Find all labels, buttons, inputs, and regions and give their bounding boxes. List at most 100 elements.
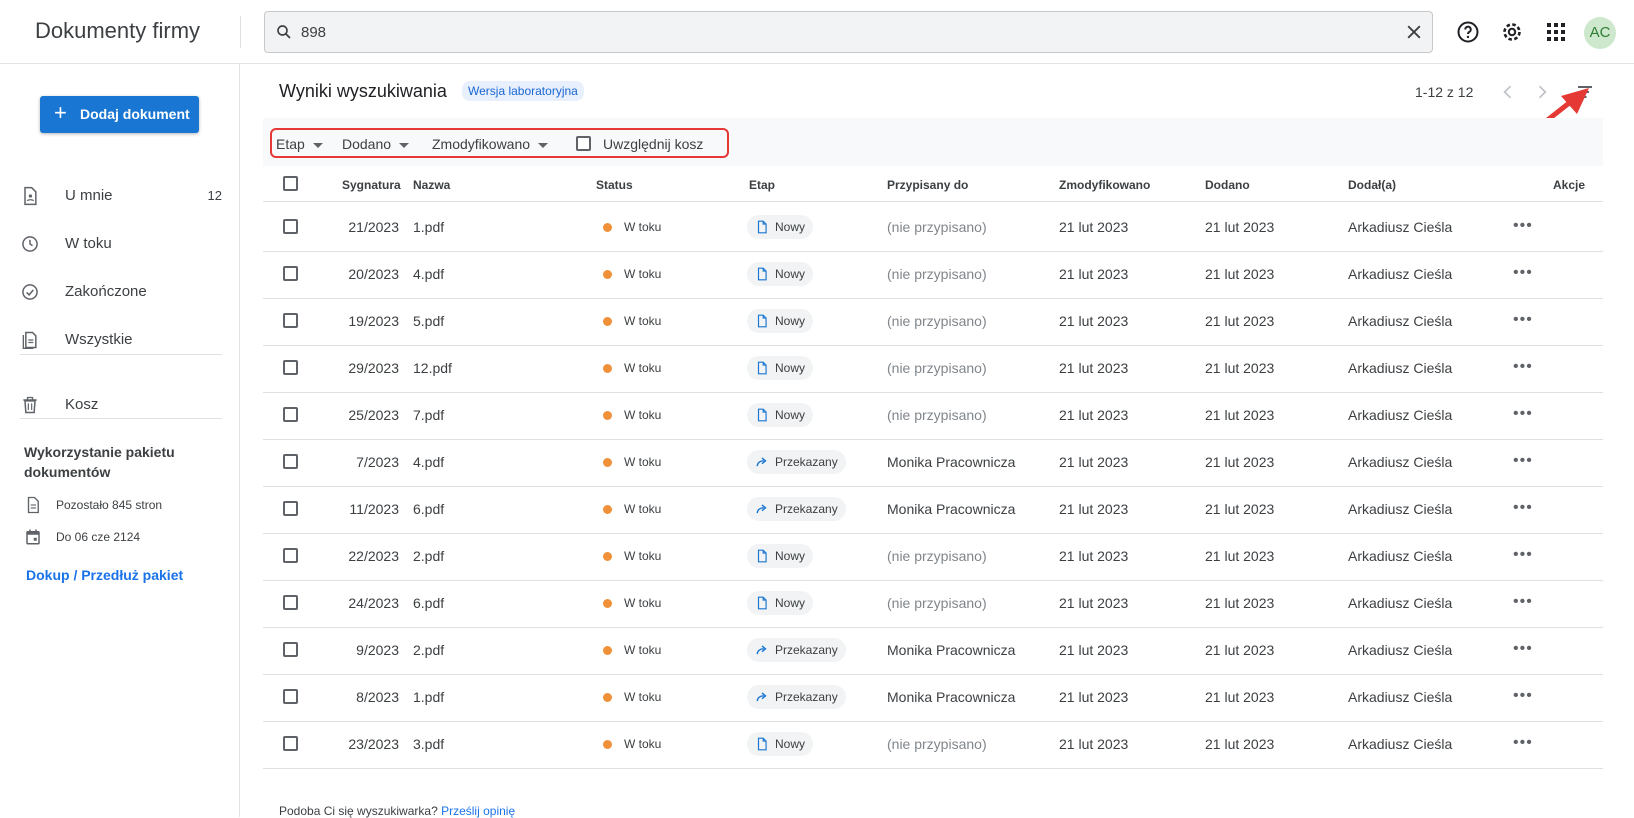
- row-checkbox[interactable]: [283, 313, 298, 328]
- column-header-author[interactable]: Dodał(a): [1348, 178, 1396, 192]
- row-checkbox[interactable]: [283, 736, 298, 751]
- app-title: Dokumenty firmy: [35, 18, 201, 43]
- row-signature: 24/2023: [348, 595, 399, 611]
- column-header-signature[interactable]: Sygnatura: [342, 178, 401, 192]
- table-row[interactable]: 11/2023 6.pdf W toku Przekazany Monika Praco…: [263, 485, 1603, 534]
- column-header-modified[interactable]: Zmodyfikowano: [1059, 178, 1150, 192]
- stage-chip: Przekazany: [747, 497, 846, 521]
- table-row[interactable]: 29/2023 12.pdf W toku Nowy (nie przypisano) 2…: [263, 344, 1603, 393]
- include-trash-checkbox[interactable]: [576, 136, 591, 151]
- row-checkbox[interactable]: [283, 548, 298, 563]
- column-header-status[interactable]: Status: [596, 178, 633, 192]
- table-row[interactable]: 19/2023 5.pdf W toku Nowy (nie przypisano) 21…: [263, 297, 1603, 346]
- sidebar-item-finished[interactable]: Zakończone: [0, 272, 239, 312]
- table-row[interactable]: 22/2023 2.pdf W toku Nowy (nie przypisano) 21…: [263, 532, 1603, 581]
- more-icon[interactable]: •••: [1513, 217, 1533, 235]
- row-modified: 21 lut 2023: [1059, 454, 1129, 470]
- close-icon[interactable]: [1404, 22, 1424, 42]
- stage-label: Przekazany: [775, 502, 838, 516]
- more-icon[interactable]: •••: [1513, 405, 1533, 423]
- row-checkbox[interactable]: [283, 595, 298, 610]
- filter-modified-dropdown[interactable]: Zmodyfikowano: [432, 136, 549, 152]
- row-name[interactable]: 4.pdf: [413, 454, 444, 470]
- search-input[interactable]: [301, 20, 1351, 44]
- column-header-name[interactable]: Nazwa: [413, 178, 450, 192]
- table-row[interactable]: 7/2023 4.pdf W toku Przekazany Monika Pracow…: [263, 438, 1603, 487]
- gear-icon[interactable]: [1500, 20, 1524, 44]
- column-header-assignee[interactable]: Przypisany do: [887, 178, 968, 192]
- table-row[interactable]: 9/2023 2.pdf W toku Przekazany Monika Pracow…: [263, 626, 1603, 675]
- table-header: Sygnatura Nazwa Status Etap Przypisany d…: [263, 166, 1603, 202]
- stage-label: Nowy: [775, 267, 806, 281]
- buy-package-link[interactable]: Dokup / Przedłuż pakiet: [26, 567, 183, 583]
- document-icon: [757, 596, 767, 610]
- more-icon[interactable]: •••: [1513, 593, 1533, 611]
- column-header-added[interactable]: Dodano: [1205, 178, 1250, 192]
- row-checkbox[interactable]: [283, 219, 298, 234]
- row-author: Arkadiusz Cieśla: [1348, 266, 1453, 282]
- row-status: W toku: [624, 220, 662, 234]
- table-row[interactable]: 21/2023 1.pdf W toku Nowy (nie przypisano) 21…: [263, 203, 1603, 252]
- column-header-stage[interactable]: Etap: [749, 178, 775, 192]
- select-all-checkbox[interactable]: [283, 176, 298, 191]
- feedback-link[interactable]: Prześlij opinię: [441, 804, 515, 818]
- row-name[interactable]: 12.pdf: [413, 360, 452, 376]
- row-name[interactable]: 2.pdf: [413, 548, 444, 564]
- stage-label: Przekazany: [775, 690, 838, 704]
- more-icon[interactable]: •••: [1513, 734, 1533, 752]
- table-row[interactable]: 24/2023 6.pdf W toku Nowy (nie przypisano) 21…: [263, 579, 1603, 628]
- table-row[interactable]: 8/2023 1.pdf W toku Przekazany Monika Pracow…: [263, 673, 1603, 722]
- row-name[interactable]: 6.pdf: [413, 501, 444, 517]
- stage-chip: Przekazany: [747, 638, 846, 662]
- avatar[interactable]: AC: [1584, 17, 1616, 49]
- row-name[interactable]: 4.pdf: [413, 266, 444, 282]
- table-row[interactable]: 23/2023 3.pdf W toku Nowy (nie przypisano) 21…: [263, 720, 1603, 769]
- row-modified: 21 lut 2023: [1059, 313, 1129, 329]
- row-name[interactable]: 5.pdf: [413, 313, 444, 329]
- document-icon: [27, 496, 39, 514]
- search-bar[interactable]: [264, 11, 1433, 53]
- row-name[interactable]: 3.pdf: [413, 736, 444, 752]
- table-row[interactable]: 20/2023 4.pdf W toku Nowy (nie przypisano) 21…: [263, 250, 1603, 299]
- more-icon[interactable]: •••: [1513, 358, 1533, 376]
- table-row[interactable]: 25/2023 7.pdf W toku Nowy (nie przypisano) 21…: [263, 391, 1603, 440]
- row-checkbox[interactable]: [283, 642, 298, 657]
- sidebar-item-in-progress[interactable]: W toku: [0, 224, 239, 264]
- sidebar-item-trash[interactable]: Kosz: [0, 385, 239, 425]
- row-name[interactable]: 6.pdf: [413, 595, 444, 611]
- status-dot: [603, 458, 612, 467]
- caret-down-icon: [399, 142, 410, 148]
- help-icon[interactable]: [1456, 20, 1480, 44]
- row-name[interactable]: 7.pdf: [413, 407, 444, 423]
- sidebar-item-mine[interactable]: U mnie 12: [0, 176, 239, 216]
- row-name[interactable]: 2.pdf: [413, 642, 444, 658]
- stage-label: Nowy: [775, 220, 806, 234]
- row-name[interactable]: 1.pdf: [413, 689, 444, 705]
- row-checkbox[interactable]: [283, 266, 298, 281]
- more-icon[interactable]: •••: [1513, 311, 1533, 329]
- row-checkbox[interactable]: [283, 689, 298, 704]
- more-icon[interactable]: •••: [1513, 687, 1533, 705]
- filter-bar: Etap Dodano Zmodyfikowano Uwzględnij kos…: [263, 118, 1603, 166]
- row-checkbox[interactable]: [283, 360, 298, 375]
- row-status: W toku: [624, 267, 662, 281]
- row-status: W toku: [624, 737, 662, 751]
- forward-icon: [756, 504, 767, 514]
- stage-chip: Przekazany: [747, 685, 846, 709]
- row-name[interactable]: 1.pdf: [413, 219, 444, 235]
- row-checkbox[interactable]: [283, 454, 298, 469]
- row-checkbox[interactable]: [283, 501, 298, 516]
- add-document-button[interactable]: + Dodaj dokument: [40, 96, 199, 133]
- apps-icon[interactable]: [1544, 20, 1568, 44]
- row-added: 21 lut 2023: [1205, 736, 1275, 752]
- more-icon[interactable]: •••: [1513, 546, 1533, 564]
- row-status: W toku: [624, 408, 662, 422]
- filter-stage-dropdown[interactable]: Etap: [276, 136, 323, 152]
- more-icon[interactable]: •••: [1513, 640, 1533, 658]
- filter-added-dropdown[interactable]: Dodano: [342, 136, 410, 152]
- more-icon[interactable]: •••: [1513, 452, 1533, 470]
- row-checkbox[interactable]: [283, 407, 298, 422]
- more-icon[interactable]: •••: [1513, 264, 1533, 282]
- more-icon[interactable]: •••: [1513, 499, 1533, 517]
- row-modified: 21 lut 2023: [1059, 642, 1129, 658]
